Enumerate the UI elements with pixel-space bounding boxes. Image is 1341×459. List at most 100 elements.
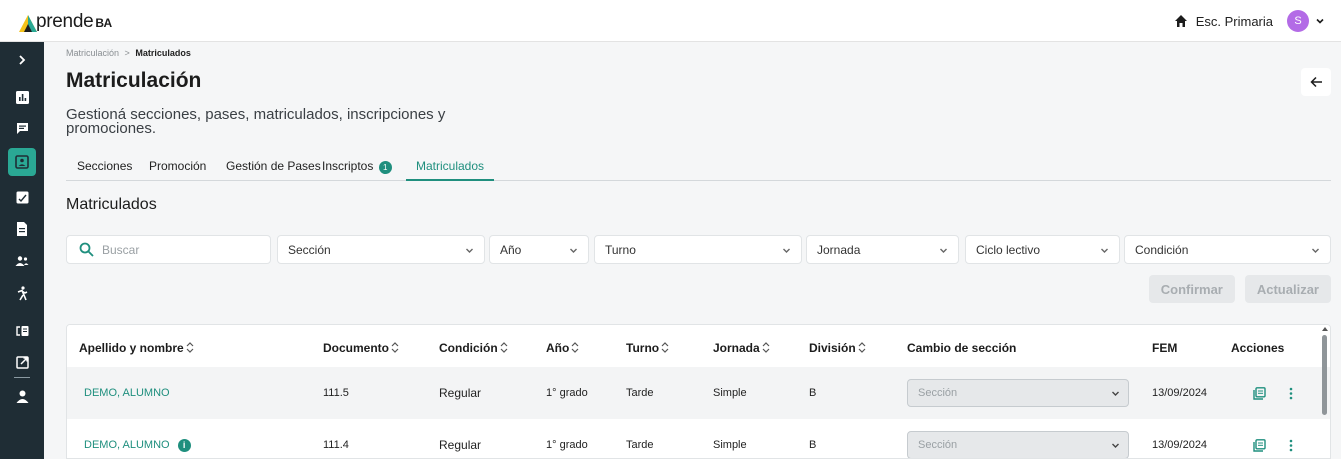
page-subtitle: Gestioná secciones, pases, matriculados,… <box>66 106 446 137</box>
chevron-down-icon <box>570 248 577 253</box>
copy-icon[interactable] <box>1253 367 1266 419</box>
tab-bar: Secciones Promoción Gestión de Pases Ins… <box>66 154 1331 181</box>
header-cambio-seccion: Cambio de sección <box>907 341 1017 355</box>
bar-chart-icon[interactable] <box>8 83 36 111</box>
transfer-icon[interactable] <box>8 317 36 345</box>
seccion-select[interactable]: Sección <box>277 235 485 264</box>
actualizar-button[interactable]: Actualizar <box>1244 275 1331 303</box>
user-icon[interactable] <box>8 382 36 410</box>
cambio-seccion-label: Sección <box>918 387 958 399</box>
logo-suffix: BA <box>95 16 112 30</box>
header-anio[interactable]: Año <box>546 341 579 355</box>
turno-select-label: Turno <box>605 242 636 257</box>
row-condicion: Regular <box>439 438 482 452</box>
group-icon[interactable] <box>8 247 36 275</box>
sidebar <box>0 42 44 459</box>
table-scrollbar[interactable] <box>1322 335 1327 415</box>
chevron-down-icon <box>783 248 790 253</box>
person-walking-icon[interactable] <box>8 279 36 307</box>
sort-icon[interactable] <box>186 342 194 353</box>
tab-promocion[interactable]: Promoción <box>149 159 206 181</box>
avatar[interactable]: S <box>1287 10 1309 32</box>
section-title: Matriculados <box>66 196 157 213</box>
tab-inscriptos-badge: 1 <box>378 161 392 174</box>
breadcrumb: Matriculación > Matriculados <box>66 48 191 58</box>
row-nombre[interactable]: DEMO, ALUMNO i <box>84 419 191 458</box>
tab-inscriptos-label: Inscriptos <box>322 159 374 173</box>
confirmar-button[interactable]: Confirmar <box>1148 275 1235 303</box>
cambio-seccion-select[interactable]: Sección <box>907 431 1129 458</box>
row-division: B <box>809 439 817 451</box>
main-content: Matriculación > Matriculados Matriculaci… <box>44 42 1341 459</box>
aprende-ba-logo[interactable]: prende BA <box>18 9 112 33</box>
tab-matriculados[interactable]: Matriculados <box>406 159 494 181</box>
header-acciones: Acciones <box>1231 341 1285 355</box>
row-jornada: Simple <box>713 387 747 399</box>
tab-secciones[interactable]: Secciones <box>77 159 132 181</box>
sort-icon[interactable] <box>762 342 770 353</box>
row-nombre[interactable]: DEMO, ALUMNO <box>84 367 170 419</box>
anio-select[interactable]: Año <box>489 235 589 264</box>
row-turno: Tarde <box>626 387 654 399</box>
breadcrumb-parent[interactable]: Matriculación <box>66 48 119 58</box>
header-nombre[interactable]: Apellido y nombre <box>79 341 194 355</box>
turno-select[interactable]: Turno <box>594 235 802 264</box>
more-options-icon[interactable] <box>1289 419 1293 458</box>
header-division[interactable]: División <box>809 341 866 355</box>
ciclo-lectivo-select-label: Ciclo lectivo <box>976 242 1041 257</box>
chevron-down-icon <box>1312 248 1319 253</box>
info-icon[interactable]: i <box>177 438 191 452</box>
breadcrumb-separator: > <box>124 48 130 58</box>
logo-text: prende <box>36 11 94 32</box>
row-documento: 111.4 <box>323 439 349 451</box>
external-link-icon[interactable] <box>8 348 36 376</box>
top-bar: prende BA Esc. Primaria S <box>0 0 1341 42</box>
chat-icon[interactable] <box>8 114 36 142</box>
cambio-seccion-select[interactable]: Sección <box>907 379 1129 407</box>
chevron-down-icon <box>1101 248 1108 253</box>
header-turno[interactable]: Turno <box>626 341 669 355</box>
arrow-left-icon <box>1309 76 1322 88</box>
tab-inscriptos[interactable]: Inscriptos 1 <box>322 159 392 181</box>
row-documento: 111.5 <box>323 387 349 399</box>
header-nombre-label: Apellido y nombre <box>79 341 184 355</box>
sidebar-divider <box>14 377 30 378</box>
scroll-up-arrow[interactable] <box>1322 327 1328 331</box>
more-options-icon[interactable] <box>1289 367 1293 419</box>
table-row: DEMO, ALUMNO i 111.4 Regular 1° grado Ta… <box>67 419 1330 458</box>
school-name[interactable]: Esc. Primaria <box>1196 14 1273 29</box>
cambio-seccion-label: Sección <box>918 439 958 451</box>
sort-icon[interactable] <box>500 342 508 353</box>
chevron-right-icon[interactable] <box>8 46 36 74</box>
tab-gestion-pases[interactable]: Gestión de Pases <box>226 159 321 181</box>
search-placeholder: Buscar <box>102 242 140 257</box>
matriculados-table: Apellido y nombre Documento Condición Añ… <box>66 324 1331 459</box>
header-fem: FEM <box>1152 341 1178 355</box>
header-jornada-label: Jornada <box>713 341 760 355</box>
anio-select-label: Año <box>500 242 522 257</box>
document-icon[interactable] <box>8 215 36 243</box>
row-division: B <box>809 387 817 399</box>
jornada-select[interactable]: Jornada <box>806 235 959 264</box>
header-condicion[interactable]: Condición <box>439 341 508 355</box>
chevron-down-icon <box>940 248 947 253</box>
home-icon[interactable] <box>1174 14 1188 28</box>
search-input[interactable]: Buscar <box>66 235 271 264</box>
search-icon <box>79 242 94 257</box>
sort-icon[interactable] <box>391 342 399 353</box>
page-title: Matriculación <box>66 69 202 92</box>
chevron-down-icon[interactable] <box>1315 16 1325 26</box>
header-jornada[interactable]: Jornada <box>713 341 770 355</box>
sort-icon[interactable] <box>858 342 866 353</box>
row-condicion: Regular <box>439 386 482 400</box>
id-card-icon[interactable] <box>8 148 36 176</box>
sort-icon[interactable] <box>571 342 579 353</box>
sort-icon[interactable] <box>661 342 669 353</box>
row-fem: 13/09/2024 <box>1152 387 1208 399</box>
ciclo-lectivo-select[interactable]: Ciclo lectivo <box>965 235 1120 264</box>
clipboard-check-icon[interactable] <box>8 183 36 211</box>
back-button[interactable] <box>1301 68 1331 96</box>
condicion-select[interactable]: Condición <box>1124 235 1331 264</box>
header-documento[interactable]: Documento <box>323 341 399 355</box>
copy-icon[interactable] <box>1253 419 1266 458</box>
